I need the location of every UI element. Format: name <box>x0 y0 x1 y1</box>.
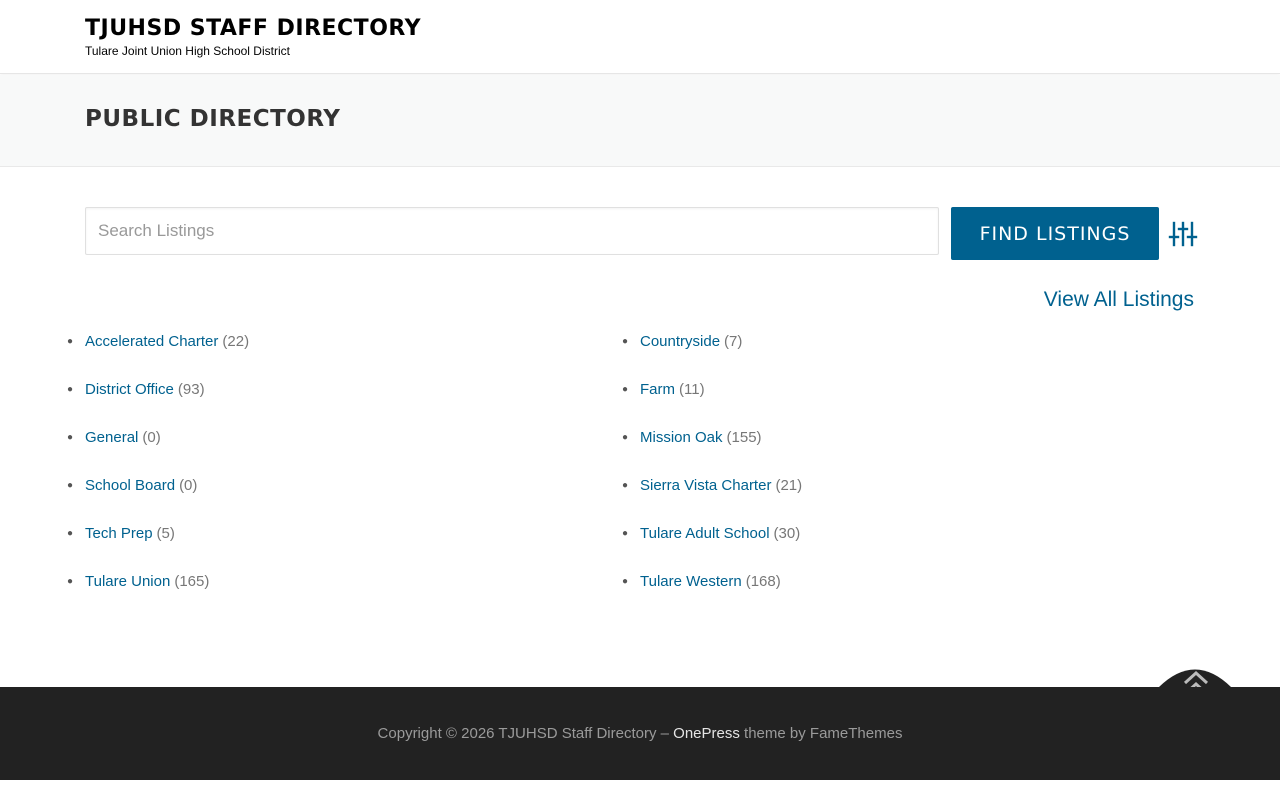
category-link[interactable]: Accelerated Charter <box>85 333 218 350</box>
list-item: ● Tech Prep (5) <box>67 522 587 570</box>
category-link[interactable]: Tulare Western <box>640 573 742 590</box>
footer-copyright: Copyright © 2026 TJUHSD Staff Directory … <box>0 725 1280 742</box>
category-list-right: ● Countryside (7) ● Farm (11) ● Mission Oak (1… <box>622 330 1142 618</box>
category-count: (11) <box>679 381 705 398</box>
category-link[interactable]: Mission Oak <box>640 429 723 446</box>
bullet-icon: ● <box>67 576 74 587</box>
bullet-icon: ● <box>67 384 74 395</box>
category-list-left: ● Accelerated Charter (22) ● District Offic… <box>67 330 587 618</box>
list-item: ● General (0) <box>67 426 587 474</box>
view-all-listings-link[interactable]: View All Listings <box>1044 288 1194 312</box>
bullet-icon: ● <box>67 480 74 491</box>
category-count: (7) <box>724 333 743 350</box>
bullet-icon: ● <box>67 432 74 443</box>
category-count: (155) <box>726 429 762 446</box>
category-link[interactable]: Sierra Vista Charter <box>640 477 771 494</box>
list-item: ● District Office (93) <box>67 378 587 426</box>
list-item: ● Sierra Vista Charter (21) <box>622 474 1142 522</box>
category-link[interactable]: District Office <box>85 381 174 398</box>
site-title[interactable]: TJUHSD STAFF DIRECTORY <box>85 16 421 41</box>
category-count: (21) <box>775 477 803 494</box>
list-item: ● Farm (11) <box>622 378 1142 426</box>
category-link[interactable]: Tulare Adult School <box>640 525 770 542</box>
bullet-icon: ● <box>67 528 74 539</box>
category-count: (93) <box>177 381 205 398</box>
list-item: ● Accelerated Charter (22) <box>67 330 587 378</box>
bullet-icon: ● <box>622 336 629 347</box>
site-description: Tulare Joint Union High School District <box>85 44 290 58</box>
list-item: ● Tulare Adult School (30) <box>622 522 1142 570</box>
list-item: ● Tulare Western (168) <box>622 570 1142 618</box>
sliders-icon[interactable] <box>1168 220 1198 248</box>
bullet-icon: ● <box>622 480 629 491</box>
category-link[interactable]: Countryside <box>640 333 720 350</box>
bullet-icon: ● <box>622 576 629 587</box>
site-header: TJUHSD STAFF DIRECTORY Tulare Joint Unio… <box>0 0 1280 74</box>
theme-credit: theme by FameThemes <box>744 725 903 742</box>
category-link[interactable]: Farm <box>640 381 675 398</box>
site-footer: Copyright © 2026 TJUHSD Staff Directory … <box>0 687 1280 780</box>
category-count: (168) <box>745 573 781 590</box>
bullet-icon: ● <box>622 432 629 443</box>
bullet-icon: ● <box>67 336 74 347</box>
search-input[interactable] <box>85 207 939 255</box>
find-listings-button[interactable]: FIND LISTINGS <box>951 207 1159 260</box>
category-count: (5) <box>156 525 175 542</box>
theme-link[interactable]: OnePress <box>673 725 740 742</box>
list-item: ● Tulare Union (165) <box>67 570 587 618</box>
category-count: (30) <box>773 525 801 542</box>
list-item: ● School Board (0) <box>67 474 587 522</box>
category-count: (22) <box>222 333 250 350</box>
bullet-icon: ● <box>622 528 629 539</box>
category-count: (0) <box>142 429 161 446</box>
category-link[interactable]: Tulare Union <box>85 573 170 590</box>
category-link[interactable]: Tech Prep <box>85 525 153 542</box>
page-title: PUBLIC DIRECTORY <box>85 106 341 132</box>
category-link[interactable]: School Board <box>85 477 175 494</box>
bullet-icon: ● <box>622 384 629 395</box>
category-count: (165) <box>174 573 210 590</box>
list-item: ● Countryside (7) <box>622 330 1142 378</box>
category-count: (0) <box>179 477 198 494</box>
copyright-text: Copyright © 2026 TJUHSD Staff Directory … <box>377 725 669 742</box>
list-item: ● Mission Oak (155) <box>622 426 1142 474</box>
category-link[interactable]: General <box>85 429 138 446</box>
page-header: PUBLIC DIRECTORY <box>0 75 1280 167</box>
